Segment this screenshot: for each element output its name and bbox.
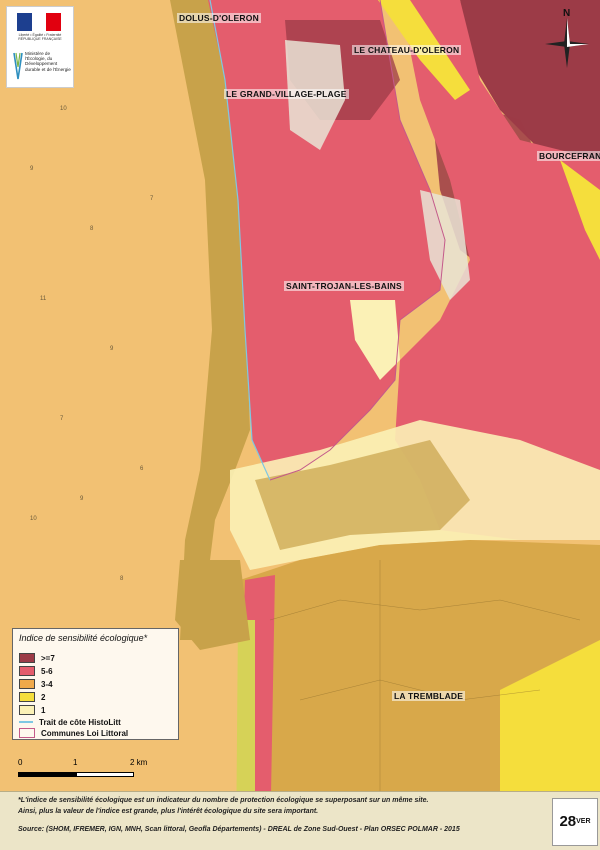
scale-segment-1 — [18, 772, 76, 777]
ministry-logo: Liberté • Égalité • Fraternité RÉPUBLIQU… — [6, 6, 74, 88]
north-label: N — [563, 8, 570, 19]
place-bourcefranc: BOURCEFRAN — [537, 151, 600, 161]
legend-swatch — [19, 666, 35, 676]
communes-swatch — [19, 728, 35, 738]
svg-text:10: 10 — [30, 516, 37, 522]
legend-swatch — [19, 679, 35, 689]
scale-label-0: 0 — [18, 758, 23, 767]
legend-label: 1 — [41, 705, 46, 715]
legend-row: 1 — [19, 705, 45, 715]
place-saint-trojan-les-bains: SAINT-TROJAN-LES-BAINS — [284, 281, 404, 291]
map-legend: Indice de sensibilité écologique* >=7 5-… — [12, 628, 179, 740]
place-la-tremblade: LA TREMBLADE — [392, 691, 466, 701]
svg-text:10: 10 — [60, 106, 67, 112]
ministry-mark-icon — [13, 52, 23, 80]
footer-source: Source: (SHOM, IFREMER, IGN, MNH, Scan l… — [18, 826, 460, 833]
legend-swatch — [19, 705, 35, 715]
scale-label-1: 1 — [73, 758, 78, 767]
legend-label: 2 — [41, 692, 46, 702]
scale-bar: 0 1 2 km — [18, 758, 178, 786]
ministry-name: Ministère de l'Écologie, du Développemen… — [25, 51, 71, 72]
svg-text:11: 11 — [40, 296, 47, 302]
legend-label: Communes Loi Littoral — [41, 728, 129, 738]
scale-label-2: 2 km — [130, 758, 148, 767]
republic-text: Liberté • Égalité • Fraternité RÉPUBLIQU… — [18, 33, 62, 41]
coastline-swatch — [19, 721, 33, 723]
legend-row: 5-6 — [19, 666, 53, 676]
place-dolus-oleron: DOLUS-D'OLERON — [177, 13, 261, 23]
legend-swatch — [19, 653, 35, 663]
legend-row: >=7 — [19, 653, 55, 663]
legend-label: 3-4 — [41, 679, 53, 689]
footer-note-1: *L'indice de sensibilité écologique est … — [18, 797, 429, 804]
place-chateau-oleron: LE CHATEAU-D'OLERON — [352, 45, 462, 55]
page-number: 28 — [559, 813, 577, 830]
footer: *L'indice de sensibilité écologique est … — [0, 791, 600, 850]
legend-title: Indice de sensibilité écologique* — [19, 633, 148, 643]
legend-row: 3-4 — [19, 679, 53, 689]
french-flag-icon — [17, 13, 62, 31]
legend-label: Trait de côte HistoLitt — [39, 717, 121, 727]
legend-row: Trait de côte HistoLitt — [19, 717, 121, 727]
page-suffix: VER — [576, 818, 591, 825]
legend-label: 5-6 — [41, 666, 53, 676]
scale-segment-2 — [76, 772, 134, 777]
legend-row: Communes Loi Littoral — [19, 728, 128, 738]
compass-rose-icon: N — [545, 8, 589, 68]
legend-label: >=7 — [41, 653, 55, 663]
place-grand-village-plage: LE GRAND-VILLAGE-PLAGE — [224, 89, 349, 99]
page-number-box: 28VER — [552, 798, 598, 846]
legend-swatch — [19, 692, 35, 702]
legend-row: 2 — [19, 692, 45, 702]
footer-note-2: Ainsi, plus la valeur de l'indice est gr… — [18, 808, 319, 815]
